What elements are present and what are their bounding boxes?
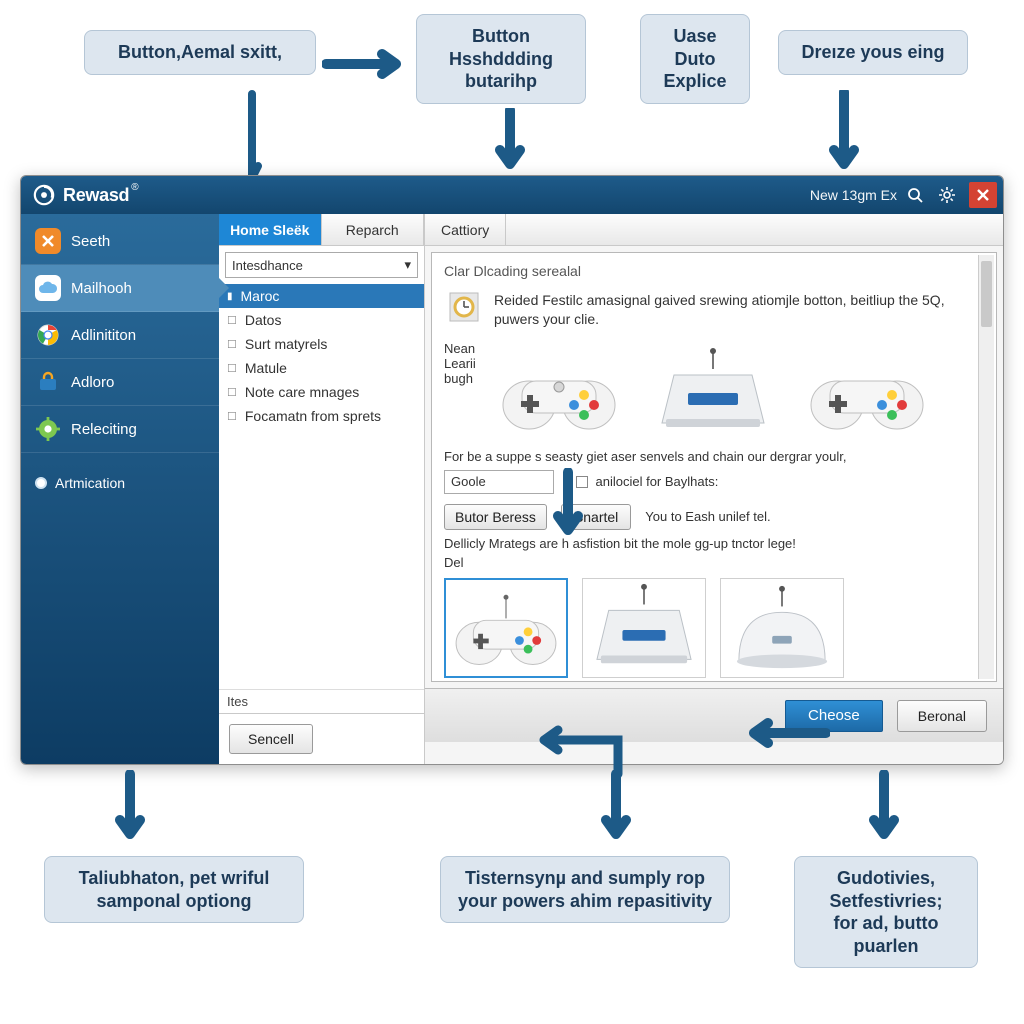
radio-icon	[35, 477, 47, 489]
titlebar: Rewasd® New 13gm Ex	[21, 176, 1003, 214]
tab-cattiory[interactable]: Cattiory	[425, 214, 506, 245]
scroll-thumb[interactable]	[981, 261, 992, 327]
sidebar-item-releciting[interactable]: Releciting	[21, 406, 219, 453]
sidebar-item-label: Seeth	[71, 233, 110, 250]
cloud-icon	[35, 275, 61, 301]
list-item[interactable]: Surt matyrels	[219, 332, 424, 356]
trail-text: You to Eash unilef tel.	[645, 509, 770, 524]
close-button[interactable]	[969, 182, 997, 208]
callout-arrow	[824, 90, 864, 180]
list-item[interactable]: Maroc	[219, 284, 424, 308]
list-item[interactable]: Datos	[219, 308, 424, 332]
callout-arrow	[110, 770, 150, 850]
sidebar-item-adlinititon[interactable]: Adlinititon	[21, 312, 219, 359]
google-input[interactable]	[444, 470, 554, 494]
support-line: For be a suppe s seasty giet aser senvel…	[444, 449, 984, 464]
scrollbar[interactable]	[978, 255, 994, 679]
chevron-down-icon: ▾	[404, 257, 411, 273]
callout-bottom-1: Taliubhaton, pet wriful samponal optiong	[44, 856, 304, 923]
chrome-icon	[35, 322, 61, 348]
callout-arrow	[490, 108, 530, 180]
settings-button[interactable]	[933, 182, 961, 208]
panel-title: Clar Dlcading serealal	[444, 263, 984, 279]
combo-intesdhance[interactable]: Intesdhance ▾	[225, 252, 418, 278]
combo-value: Intesdhance	[232, 258, 303, 273]
panel-description: Reided Festilc amasignal gaived srewing …	[494, 291, 984, 329]
select-device-station[interactable]	[582, 578, 706, 678]
callout-top-3: Uase Duto Explice	[640, 14, 750, 104]
help-button[interactable]	[901, 182, 929, 208]
doc-name: New 13gm Ex	[810, 187, 897, 203]
callout-top-2: Button Hsshddding butarihp	[416, 14, 586, 104]
sidebar-item-label: Releciting	[71, 421, 137, 438]
device-gamepad[interactable]	[494, 345, 624, 437]
callout-arrow-left	[740, 718, 830, 748]
middle-footer-label: Ites	[219, 689, 424, 713]
checkbox-label: anilociel for Baylhats:	[596, 474, 719, 489]
sidebar-item-seeth[interactable]: Seeth	[21, 218, 219, 265]
beronal-button[interactable]: Beronal	[897, 700, 987, 732]
callout-arrow	[322, 48, 414, 82]
app-logo-icon	[33, 184, 55, 206]
sidebar-item-adloro[interactable]: Adloro	[21, 359, 219, 406]
middle-column: Home Sleëk Reparch Intesdhance ▾ Maroc D…	[219, 214, 425, 764]
sidebar-item-label: Mailhooh	[71, 280, 132, 297]
cross-icon	[35, 228, 61, 254]
sidebar-item-label: Adloro	[71, 374, 114, 391]
cancel-button[interactable]: Sencell	[229, 724, 313, 754]
app-window: Rewasd® New 13gm Ex Seeth Mailhooh Adlin…	[20, 175, 1004, 765]
list-item[interactable]: Focamatn from sprets	[219, 404, 424, 428]
panel-arrow-down	[548, 468, 588, 546]
list-item[interactable]: Note care mnages	[219, 380, 424, 404]
callout-arrow	[596, 770, 636, 850]
note-text: Dellicly Mrategs are h asfistion bit the…	[444, 536, 984, 551]
list-item[interactable]: Matule	[219, 356, 424, 380]
device-station[interactable]	[648, 345, 778, 437]
select-device-dome[interactable]	[720, 578, 844, 678]
butor-button[interactable]: Butor Beress	[444, 504, 547, 530]
content-panel: Clar Dlcading serealal Reided Festilc am…	[431, 252, 997, 682]
footer-bar: Cheose Beronal	[425, 688, 1003, 742]
sidebar-footer-option[interactable]: Artmication	[21, 467, 219, 499]
tab-reparch[interactable]: Reparch	[322, 214, 425, 245]
note-short: Del	[444, 555, 984, 570]
callout-bottom-2: Tisternsynµ and sumply rop your powers a…	[440, 856, 730, 923]
callout-bottom-3: Gudotivies, Setfestivries; for ad, butto…	[794, 856, 978, 968]
sidebar-item-label: Adlinititon	[71, 327, 136, 344]
lock-bag-icon	[35, 369, 61, 395]
content-column: Cattiory Clar Dlcading serealal Reided F…	[425, 214, 1003, 764]
callout-top-4: Dreıze yous eing	[778, 30, 968, 75]
device-gamepad[interactable]	[802, 345, 932, 437]
select-device-gamepad[interactable]	[444, 578, 568, 678]
callout-arrow	[248, 90, 308, 182]
callout-top-1: Button,Aemal sxitt,	[84, 30, 316, 75]
app-title: Rewasd	[63, 185, 129, 206]
callout-arrow-branch	[538, 718, 698, 778]
callout-arrow	[864, 770, 904, 850]
sidebar-item-mailhooh[interactable]: Mailhooh	[21, 265, 219, 312]
category-list: Maroc Datos Surt matyrels Matule Note ca…	[219, 284, 424, 689]
clock-icon	[444, 287, 484, 327]
gear-green-icon	[35, 416, 61, 442]
tab-home[interactable]: Home Sleëk	[219, 214, 322, 245]
sidebar-footer-label: Artmication	[55, 475, 125, 491]
sidebar: Seeth Mailhooh Adlinititon Adloro Releci…	[21, 214, 219, 764]
side-labels: Nean Learii bugh	[444, 341, 488, 441]
